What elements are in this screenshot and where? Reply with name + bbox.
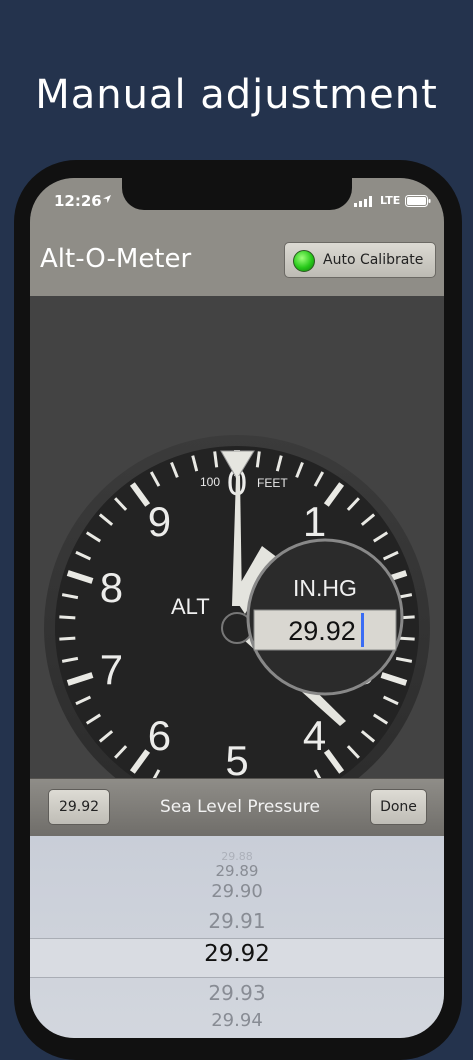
minor-tick — [59, 615, 76, 620]
app-screen: 12:26 LTE Alt-O-Meter Auto Calibrate 1 4… — [30, 178, 444, 1038]
picker-item[interactable]: 29.94 — [30, 1010, 444, 1031]
text-cursor — [361, 613, 364, 647]
altimeter-gauge: 0123456789 100 FEET ALT IN.HG 29.92 — [44, 435, 430, 778]
notch — [122, 178, 352, 210]
done-button[interactable]: Done — [370, 789, 427, 825]
toolbar-title: Sea Level Pressure — [160, 797, 320, 817]
input-toolbar: 29.92 Sea Level Pressure Done — [30, 778, 444, 837]
minor-tick — [59, 636, 76, 641]
auto-calibrate-button[interactable]: Auto Calibrate — [284, 242, 436, 278]
dial-numeral-8: 8 — [100, 564, 123, 611]
status-led-icon — [293, 250, 315, 272]
picker-item-selected[interactable]: 29.92 — [30, 941, 444, 967]
picker-item[interactable]: 29.89 — [30, 862, 444, 880]
status-time: 12:26 — [54, 192, 102, 210]
picker-item[interactable]: 29.93 — [30, 981, 444, 1005]
nav-bar: Alt-O-Meter Auto Calibrate — [30, 226, 444, 296]
picker-item[interactable]: 29.91 — [30, 909, 444, 933]
minor-tick — [213, 451, 219, 468]
pressure-picker[interactable]: 29.88 29.89 29.90 29.91 29.92 29.93 29.9… — [30, 836, 444, 1038]
minor-tick — [255, 451, 261, 468]
dial-numeral-4: 4 — [303, 712, 326, 759]
label-100: 100 — [200, 475, 220, 489]
auto-calibrate-label: Auto Calibrate — [323, 252, 424, 268]
signal-strength-icon — [354, 196, 372, 207]
dial-numeral-1: 1 — [303, 498, 326, 545]
location-arrow-icon — [103, 195, 111, 203]
current-pressure-button[interactable]: 29.92 — [48, 789, 110, 825]
altimeter-dial-area: 0123456789 100 FEET ALT IN.HG 29.92 — [30, 296, 444, 778]
pressure-unit-label: IN.HG — [293, 575, 357, 601]
status-bar: 12:26 LTE — [30, 178, 444, 226]
pressure-input-value[interactable]: 29.92 — [288, 616, 356, 646]
label-feet: FEET — [257, 476, 288, 490]
headline: Manual adjustment — [35, 72, 438, 118]
picker-item[interactable]: 29.90 — [30, 881, 444, 902]
dial-numeral-9: 9 — [148, 498, 171, 545]
minor-tick — [398, 636, 415, 641]
dial-numeral-5: 5 — [225, 737, 248, 778]
dial-numeral-7: 7 — [100, 646, 123, 693]
network-type: LTE — [380, 194, 401, 207]
label-alt: ALT — [171, 594, 210, 619]
app-title: Alt-O-Meter — [40, 244, 192, 274]
battery-icon — [405, 195, 431, 207]
dial-numeral-6: 6 — [148, 712, 171, 759]
